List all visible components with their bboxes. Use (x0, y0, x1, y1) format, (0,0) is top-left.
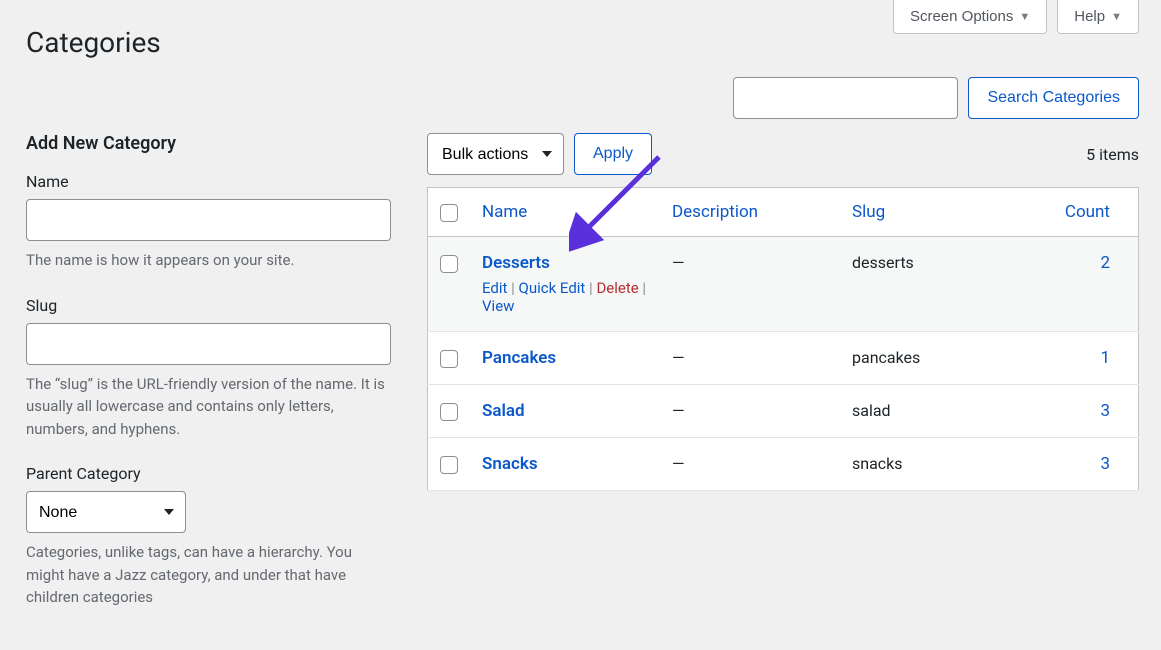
delete-link[interactable]: Delete (596, 279, 638, 297)
help-label: Help (1074, 8, 1105, 25)
search-row: Search Categories (0, 77, 1161, 133)
category-title-link[interactable]: Salad (482, 401, 525, 421)
category-slug: snacks (840, 438, 1029, 491)
select-all-checkbox[interactable] (440, 204, 458, 222)
count-link[interactable]: 3 (1100, 401, 1110, 421)
items-count: 5 items (1086, 145, 1139, 164)
row-actions: Edit | Quick Edit | Delete | View (482, 279, 648, 315)
categories-table: Name Description Slug Count Desserts Edit… (427, 187, 1139, 491)
bulk-actions-select[interactable]: Bulk actions (427, 133, 564, 175)
header-count[interactable]: Count (1065, 202, 1110, 222)
category-title-link[interactable]: Snacks (482, 454, 538, 474)
header-description[interactable]: Description (672, 202, 758, 222)
category-slug: desserts (840, 237, 1029, 332)
slug-input[interactable] (26, 323, 391, 365)
count-link[interactable]: 2 (1100, 253, 1110, 273)
table-row: Desserts Edit | Quick Edit | Delete | Vie… (428, 237, 1139, 332)
table-row: Salad —salad 3 (428, 385, 1139, 438)
tablenav-top: Bulk actions Apply 5 items (427, 133, 1139, 175)
form-title: Add New Category (26, 133, 391, 154)
quick-edit-link[interactable]: Quick Edit (519, 279, 586, 297)
count-link[interactable]: 3 (1100, 454, 1110, 474)
view-link[interactable]: View (482, 297, 514, 315)
header-name[interactable]: Name (482, 202, 527, 222)
category-title-link[interactable]: Pancakes (482, 348, 556, 368)
name-label: Name (26, 172, 391, 191)
category-slug: salad (840, 385, 1029, 438)
table-row: Snacks —snacks 3 (428, 438, 1139, 491)
screen-options-label: Screen Options (910, 8, 1013, 25)
count-link[interactable]: 1 (1100, 348, 1110, 368)
table-row: Pancakes —pancakes 1 (428, 332, 1139, 385)
category-description: — (660, 332, 840, 385)
top-right-tabs: Screen Options ▼ Help ▼ (893, 0, 1139, 34)
chevron-down-icon: ▼ (1019, 11, 1030, 23)
header-slug[interactable]: Slug (852, 202, 885, 222)
chevron-down-icon: ▼ (1111, 11, 1122, 23)
row-checkbox[interactable] (440, 255, 458, 273)
search-input[interactable] (733, 77, 958, 119)
parent-label: Parent Category (26, 464, 391, 483)
slug-help: The “slug” is the URL-friendly version o… (26, 373, 391, 441)
parent-help: Categories, unlike tags, can have a hier… (26, 541, 391, 609)
search-categories-button[interactable]: Search Categories (968, 77, 1139, 119)
name-help: The name is how it appears on your site. (26, 249, 391, 272)
add-category-form: Add New Category Name The name is how it… (26, 133, 391, 633)
help-tab[interactable]: Help ▼ (1057, 0, 1139, 34)
category-description: — (660, 237, 840, 332)
screen-options-tab[interactable]: Screen Options ▼ (893, 0, 1047, 34)
apply-button[interactable]: Apply (574, 133, 652, 175)
row-checkbox[interactable] (440, 403, 458, 421)
category-title-link[interactable]: Desserts (482, 253, 550, 273)
edit-link[interactable]: Edit (482, 279, 507, 297)
category-description: — (660, 385, 840, 438)
category-slug: pancakes (840, 332, 1029, 385)
row-checkbox[interactable] (440, 350, 458, 368)
header-checkbox-col (428, 188, 471, 237)
category-description: — (660, 438, 840, 491)
parent-select[interactable]: None (26, 491, 186, 533)
name-input[interactable] (26, 199, 391, 241)
slug-label: Slug (26, 296, 391, 315)
row-checkbox[interactable] (440, 456, 458, 474)
